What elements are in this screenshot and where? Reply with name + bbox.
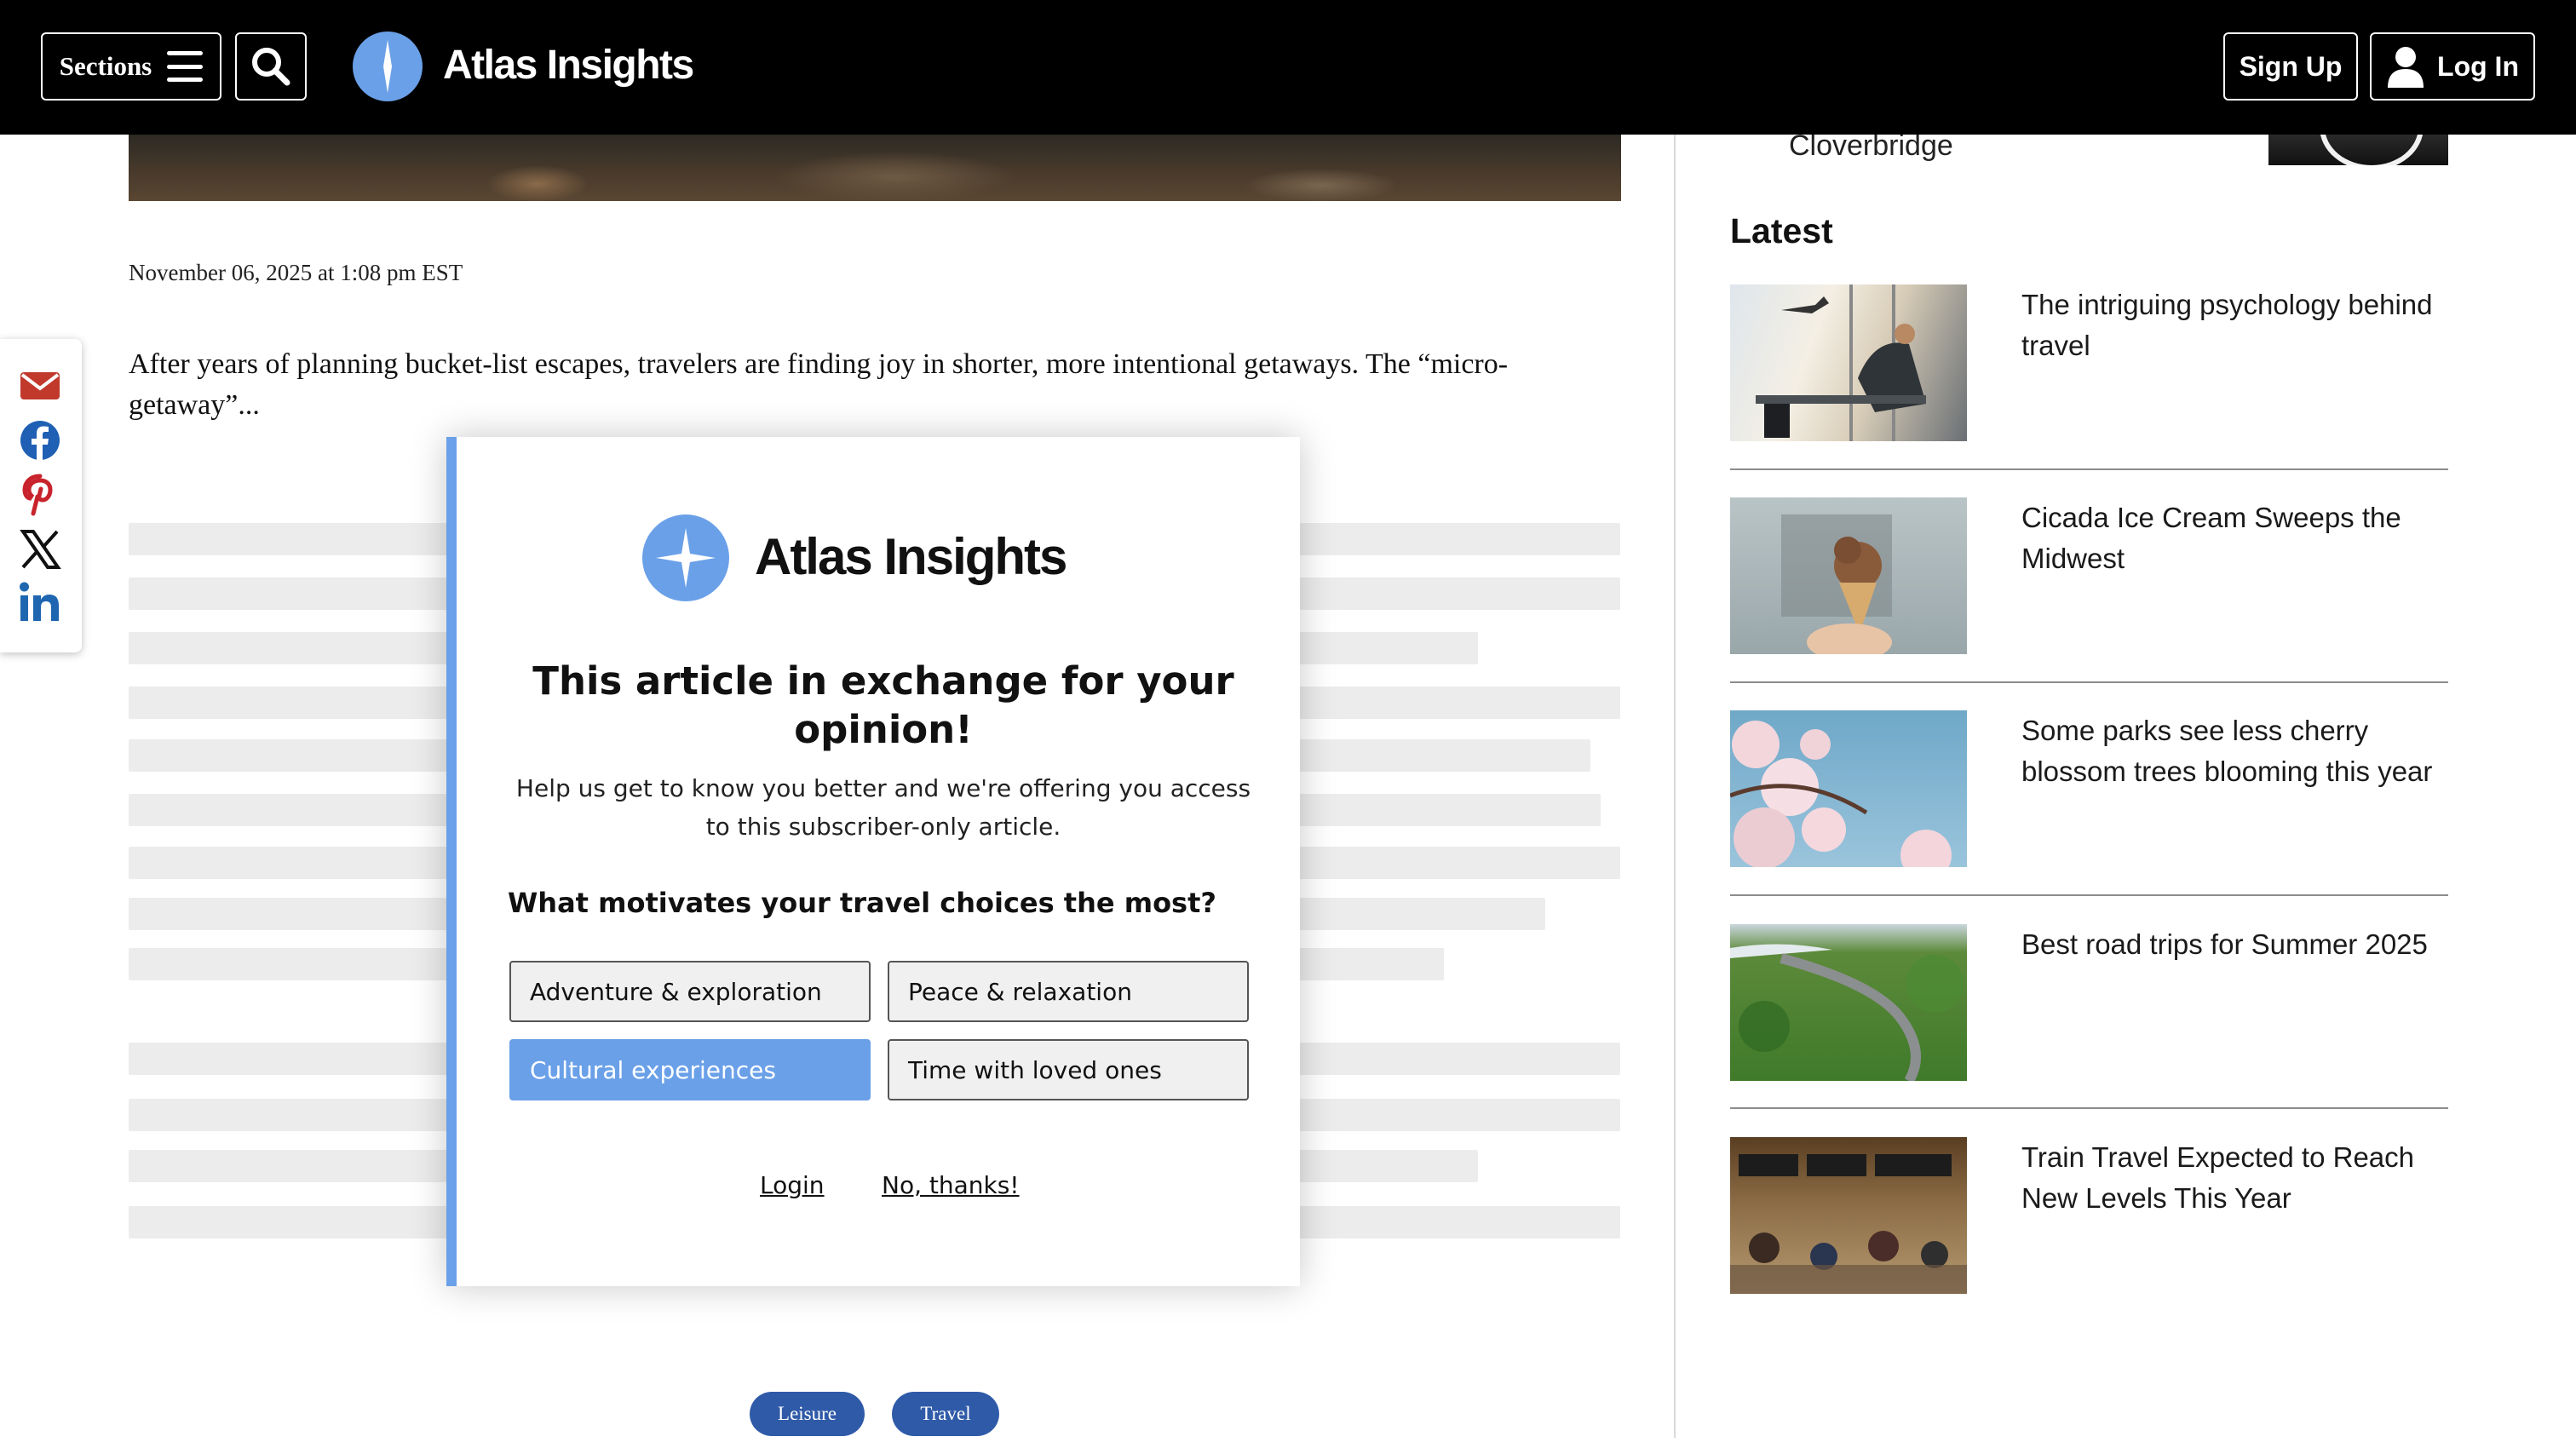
search-icon (252, 48, 290, 86)
cherry-blossom-thumbnail[interactable] (1730, 710, 1967, 867)
divider (1730, 1107, 2448, 1109)
train-station-thumbnail[interactable] (1730, 1137, 1967, 1294)
latest-item[interactable]: Cicada Ice Cream Sweeps the Midwest (1730, 497, 2448, 710)
x-icon[interactable] (19, 528, 61, 571)
linkedin-icon[interactable] (19, 581, 61, 623)
log-in-button[interactable]: Log In (2370, 32, 2535, 101)
sections-menu-button[interactable]: Sections (41, 32, 221, 101)
latest-item[interactable]: Best road trips for Summer 2025 (1730, 924, 2448, 1137)
divider (1730, 681, 2448, 683)
modal-brand-name: Atlas Insights (755, 528, 1067, 585)
search-button[interactable] (235, 32, 307, 101)
compass-logo[interactable] (353, 32, 423, 101)
compass-logo (642, 514, 729, 601)
facebook-icon[interactable] (19, 419, 61, 462)
user-icon (2388, 47, 2424, 88)
tag-leisure[interactable]: Leisure (750, 1392, 865, 1436)
column-divider (1674, 135, 1676, 1438)
latest-item[interactable]: The intriguing psychology behind travel (1730, 284, 2448, 497)
previous-item-thumbnail[interactable] (2268, 135, 2448, 165)
email-icon[interactable] (19, 365, 61, 407)
latest-item[interactable]: Train Travel Expected to Reach New Level… (1730, 1137, 2448, 1350)
latest-heading: Latest (1730, 211, 1833, 250)
survey-question: What motivates your travel choices the m… (508, 887, 1216, 919)
no-thanks-link[interactable]: No, thanks! (882, 1171, 1020, 1199)
latest-item-title[interactable]: Train Travel Expected to Reach New Level… (2021, 1137, 2447, 1219)
option-cultural-experiences[interactable]: Cultural experiences (509, 1039, 871, 1100)
modal-login-link[interactable]: Login (760, 1171, 825, 1199)
log-in-label: Log In (2437, 50, 2519, 82)
sign-up-button[interactable]: Sign Up (2223, 32, 2358, 101)
latest-item-title[interactable]: Cicada Ice Cream Sweeps the Midwest (2021, 497, 2447, 579)
hamburger-icon (167, 51, 204, 82)
latest-item-title[interactable]: Some parks see less cherry blossom trees… (2021, 710, 2447, 792)
brand-name[interactable]: Atlas Insights (443, 39, 694, 92)
option-time-with-loved-ones[interactable]: Time with loved ones (888, 1039, 1249, 1100)
option-adventure-exploration[interactable]: Adventure & exploration (509, 961, 871, 1022)
survey-modal: Atlas Insights This article in exchange … (446, 437, 1300, 1286)
divider (1730, 468, 2448, 470)
option-peace-relaxation[interactable]: Peace & relaxation (888, 961, 1249, 1022)
tag-travel[interactable]: Travel (892, 1392, 999, 1436)
hero-image (129, 135, 1621, 201)
road-trip-thumbnail[interactable] (1730, 924, 1967, 1081)
divider (1730, 894, 2448, 896)
latest-item-title[interactable]: The intriguing psychology behind travel (2021, 284, 2447, 366)
share-rail (0, 339, 82, 652)
latest-item-title[interactable]: Best road trips for Summer 2025 (2021, 924, 2447, 965)
pinterest-icon[interactable] (19, 474, 61, 516)
airport-travel-thumbnail[interactable] (1730, 284, 1967, 441)
article-date: November 06, 2025 at 1:08 pm EST (129, 260, 463, 285)
top-navigation-bar: Sections Atlas Insights Sign Up Log In (0, 0, 2576, 135)
modal-heading: This article in exchange for your opinio… (532, 658, 1234, 752)
ice-cream-thumbnail[interactable] (1730, 497, 1967, 654)
latest-item[interactable]: Some parks see less cherry blossom trees… (1730, 710, 2448, 923)
article-intro: After years of planning bucket-list esca… (129, 348, 1509, 421)
sections-label: Sections (59, 51, 152, 81)
modal-subtext: Help us get to know you better and we're… (515, 774, 1251, 841)
